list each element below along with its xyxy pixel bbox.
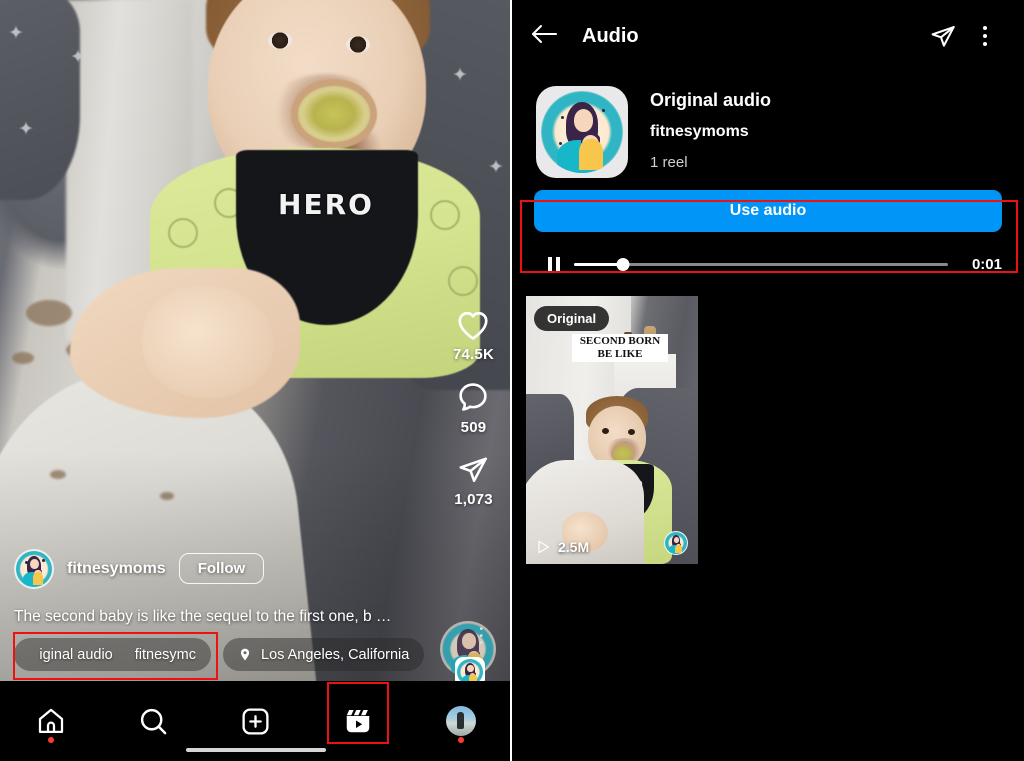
blanket-star: ✦ bbox=[488, 157, 504, 178]
food-crumb bbox=[26, 300, 72, 326]
like-button[interactable]: 74.5K bbox=[453, 310, 494, 363]
audio-detail-screen: Audio Original audio fitnesymoms 1 reel … bbox=[512, 0, 1024, 761]
profile-avatar-icon bbox=[445, 706, 476, 736]
back-arrow-icon bbox=[532, 24, 557, 43]
share-button[interactable] bbox=[922, 23, 964, 50]
audio-meta-row: Original audio fitnesymoms 1 reel bbox=[512, 72, 1024, 178]
reel-action-rail: 74.5K 509 1,073 bbox=[453, 310, 494, 522]
thumbnail-baby-eye bbox=[628, 429, 635, 435]
disc-dots: • • • bbox=[479, 624, 483, 649]
pause-button[interactable] bbox=[548, 256, 560, 272]
reel-user-row: fitnesymoms Follow bbox=[14, 548, 498, 589]
home-icon bbox=[39, 708, 64, 733]
like-count: 74.5K bbox=[452, 346, 494, 363]
scrubber-track bbox=[574, 262, 948, 266]
overlay-caption-line1: SECOND BORN bbox=[579, 335, 661, 347]
comment-button[interactable]: 509 bbox=[456, 381, 490, 436]
back-button[interactable] bbox=[530, 23, 570, 50]
profile-badge-dot bbox=[457, 737, 464, 743]
reel-username[interactable]: fitnesymoms bbox=[67, 560, 166, 578]
avatar[interactable] bbox=[14, 548, 54, 589]
audio-pill[interactable]: iginal audio fitnesymc bbox=[14, 638, 211, 671]
shirt-sun-motif bbox=[448, 266, 478, 296]
share-icon bbox=[931, 25, 955, 47]
audio-header: Audio bbox=[512, 0, 1024, 72]
mother-baby-avatar-icon bbox=[16, 550, 52, 587]
audio-title: Original audio bbox=[650, 90, 772, 110]
pacifier bbox=[298, 86, 370, 142]
share-icon bbox=[459, 457, 488, 483]
location-pill-label: Los Angeles, California bbox=[261, 646, 410, 663]
reel-thumbnail[interactable]: HERO Original SECOND BORN BE LIKE 2.5M bbox=[526, 296, 698, 564]
shirt-sun-motif bbox=[168, 218, 198, 248]
reel-caption[interactable]: The second baby is like the sequel to th… bbox=[14, 607, 444, 626]
scrubber-handle[interactable] bbox=[616, 257, 630, 271]
comment-count: 509 bbox=[460, 419, 487, 436]
blanket-star: ✦ bbox=[452, 65, 468, 86]
thumbnail-pacifier bbox=[614, 446, 632, 461]
reel-bottom-overlay: fitnesymoms Follow The second baby is li… bbox=[0, 548, 510, 681]
play-icon bbox=[538, 540, 549, 554]
play-count-label: 2.5M bbox=[558, 539, 590, 555]
food-crumb bbox=[12, 352, 34, 364]
plus-square-icon bbox=[242, 707, 270, 735]
baby-eye-right bbox=[346, 36, 370, 53]
audio-player-row: 0:01 bbox=[512, 242, 1024, 282]
home-indicator bbox=[186, 748, 326, 752]
use-audio-button[interactable]: Use audio bbox=[534, 190, 1002, 232]
reel-player-screen: ✦ ✦ ✦ ✦ ✦ ✦ HERO bbox=[0, 0, 512, 761]
bib-text: HERO bbox=[278, 188, 374, 221]
page-title: Audio bbox=[582, 24, 639, 47]
tab-home[interactable] bbox=[20, 693, 82, 749]
audio-pill-author: fitnesymc bbox=[134, 646, 196, 663]
thumbnail-overlay-caption: SECOND BORN BE LIKE bbox=[572, 334, 668, 362]
shirt-sun-motif bbox=[430, 200, 460, 230]
tab-search[interactable] bbox=[123, 693, 185, 749]
comment-icon bbox=[459, 383, 488, 411]
tab-reels[interactable] bbox=[327, 693, 389, 749]
audio-time: 0:01 bbox=[971, 255, 1002, 273]
share-count: 1,073 bbox=[454, 491, 493, 508]
original-badge: Original bbox=[534, 306, 610, 331]
audio-pill-title: iginal audio bbox=[39, 646, 113, 663]
blanket-star: ✦ bbox=[8, 23, 24, 44]
baby-eye-left bbox=[268, 32, 292, 49]
blanket-star: ✦ bbox=[18, 119, 34, 140]
dual-screenshot-container: ✦ ✦ ✦ ✦ ✦ ✦ HERO bbox=[0, 0, 1024, 761]
play-count: 2.5M bbox=[535, 539, 589, 555]
audio-author[interactable]: fitnesymoms bbox=[650, 123, 771, 141]
reel-grid: HERO Original SECOND BORN BE LIKE 2.5M bbox=[512, 282, 1024, 564]
tab-profile[interactable] bbox=[430, 693, 492, 749]
heart-icon bbox=[458, 311, 489, 340]
baby-hand bbox=[142, 286, 274, 398]
tab-create[interactable] bbox=[225, 693, 287, 749]
more-options-button[interactable] bbox=[964, 26, 1006, 46]
audio-text-block: Original audio fitnesymoms 1 reel bbox=[650, 86, 771, 178]
overlay-caption-line2: BE LIKE bbox=[597, 347, 643, 360]
share-button[interactable]: 1,073 bbox=[454, 454, 493, 508]
bottom-tab-bar bbox=[0, 681, 510, 761]
more-options-icon bbox=[983, 26, 987, 46]
thumbnail-baby-eye bbox=[602, 428, 609, 434]
follow-button[interactable]: Follow bbox=[178, 553, 265, 585]
reels-icon bbox=[347, 710, 370, 733]
audio-scrubber[interactable] bbox=[574, 257, 948, 271]
search-icon bbox=[140, 708, 167, 734]
audio-reel-count: 1 reel bbox=[650, 154, 688, 171]
audio-cover[interactable] bbox=[536, 86, 628, 178]
use-audio-zone: Use audio bbox=[512, 178, 1024, 242]
thumbnail-avatar[interactable] bbox=[664, 531, 688, 555]
home-badge-dot bbox=[48, 737, 55, 743]
location-pill[interactable]: Los Angeles, California bbox=[223, 638, 425, 671]
location-pin-icon bbox=[240, 648, 250, 661]
blanket-star: ✦ bbox=[70, 47, 86, 68]
reel-pill-row: iginal audio fitnesymc Los Angeles, Cali… bbox=[14, 638, 498, 671]
mother-baby-avatar-icon bbox=[541, 91, 623, 173]
